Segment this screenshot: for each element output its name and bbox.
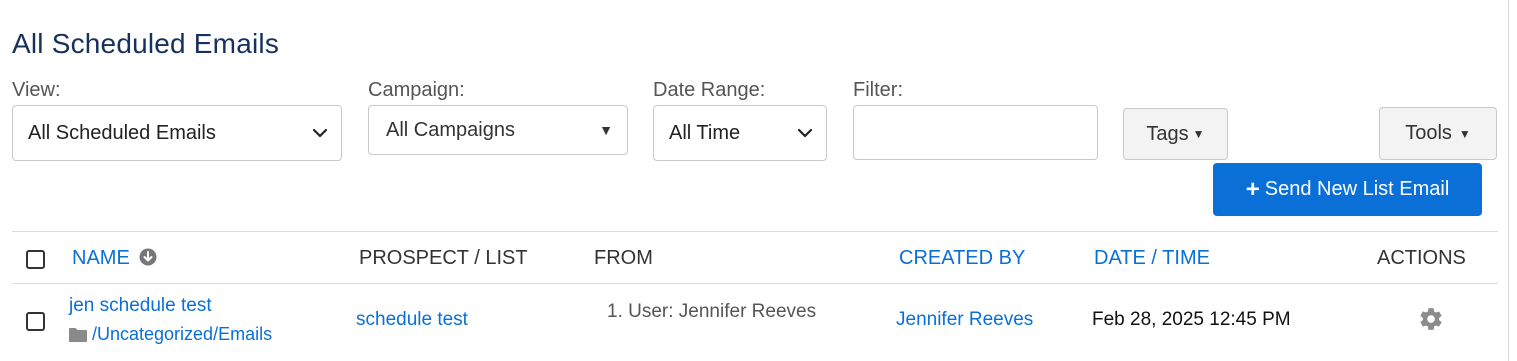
column-header-actions: ACTIONS (1377, 247, 1466, 269)
chevron-down-icon (797, 128, 813, 138)
campaign-label: Campaign: (368, 79, 465, 101)
view-label: View: (12, 79, 61, 101)
column-header-created-by[interactable]: CREATED BY (899, 247, 1025, 270)
table-header-divider (12, 283, 1498, 284)
row-checkbox[interactable] (26, 312, 45, 331)
column-header-from: FROM (594, 247, 653, 269)
date-range-select[interactable]: All Time (653, 105, 827, 161)
tools-button[interactable]: Tools ▼ (1379, 107, 1497, 160)
gear-icon[interactable] (1418, 306, 1444, 332)
view-select-value: All Scheduled Emails (28, 121, 216, 144)
campaign-select[interactable]: All Campaigns ▼ (368, 105, 628, 155)
tags-button-label: Tags (1146, 122, 1189, 145)
date-range-select-value: All Time (669, 121, 741, 144)
column-header-name[interactable]: NAME (72, 247, 157, 270)
email-name-link[interactable]: jen schedule test (69, 295, 212, 317)
table-top-divider (12, 231, 1498, 232)
campaign-select-value: All Campaigns (386, 118, 515, 141)
prospect-list-link[interactable]: schedule test (356, 309, 468, 331)
plus-icon: + (1245, 175, 1260, 203)
folder-path-link[interactable]: /Uncategorized/Emails (92, 324, 272, 345)
from-value: 1. User: Jennifer Reeves (607, 301, 817, 322)
column-header-prospect-list: PROSPECT / LIST (359, 247, 528, 269)
column-header-name-label: NAME (72, 247, 130, 269)
date-time-value: Feb 28, 2025 12:45 PM (1092, 309, 1291, 330)
view-select[interactable]: All Scheduled Emails (12, 105, 342, 161)
tools-button-label: Tools (1405, 122, 1452, 144)
scheduled-emails-page: All Scheduled Emails View: All Scheduled… (0, 0, 1517, 361)
filter-input[interactable] (853, 105, 1098, 160)
caret-down-icon: ▼ (599, 122, 613, 138)
caret-down-icon: ▼ (1458, 126, 1471, 141)
caret-down-icon: ▼ (1192, 127, 1205, 141)
tags-button[interactable]: Tags ▼ (1123, 108, 1228, 160)
column-header-date-time[interactable]: DATE / TIME (1094, 247, 1210, 270)
scrollbar-edge (1508, 0, 1509, 361)
select-all-checkbox[interactable] (26, 250, 45, 269)
folder-path: /Uncategorized/Emails (69, 324, 272, 345)
send-new-list-email-label: Send New List Email (1264, 178, 1450, 200)
send-new-list-email-button[interactable]: + Send New List Email (1213, 163, 1482, 216)
chevron-down-icon (312, 128, 328, 138)
date-range-label: Date Range: (653, 79, 766, 101)
sort-descending-icon[interactable] (139, 248, 157, 266)
folder-icon (69, 328, 87, 342)
page-title: All Scheduled Emails (12, 28, 280, 59)
filter-label: Filter: (853, 79, 903, 101)
created-by-link[interactable]: Jennifer Reeves (896, 309, 1033, 331)
